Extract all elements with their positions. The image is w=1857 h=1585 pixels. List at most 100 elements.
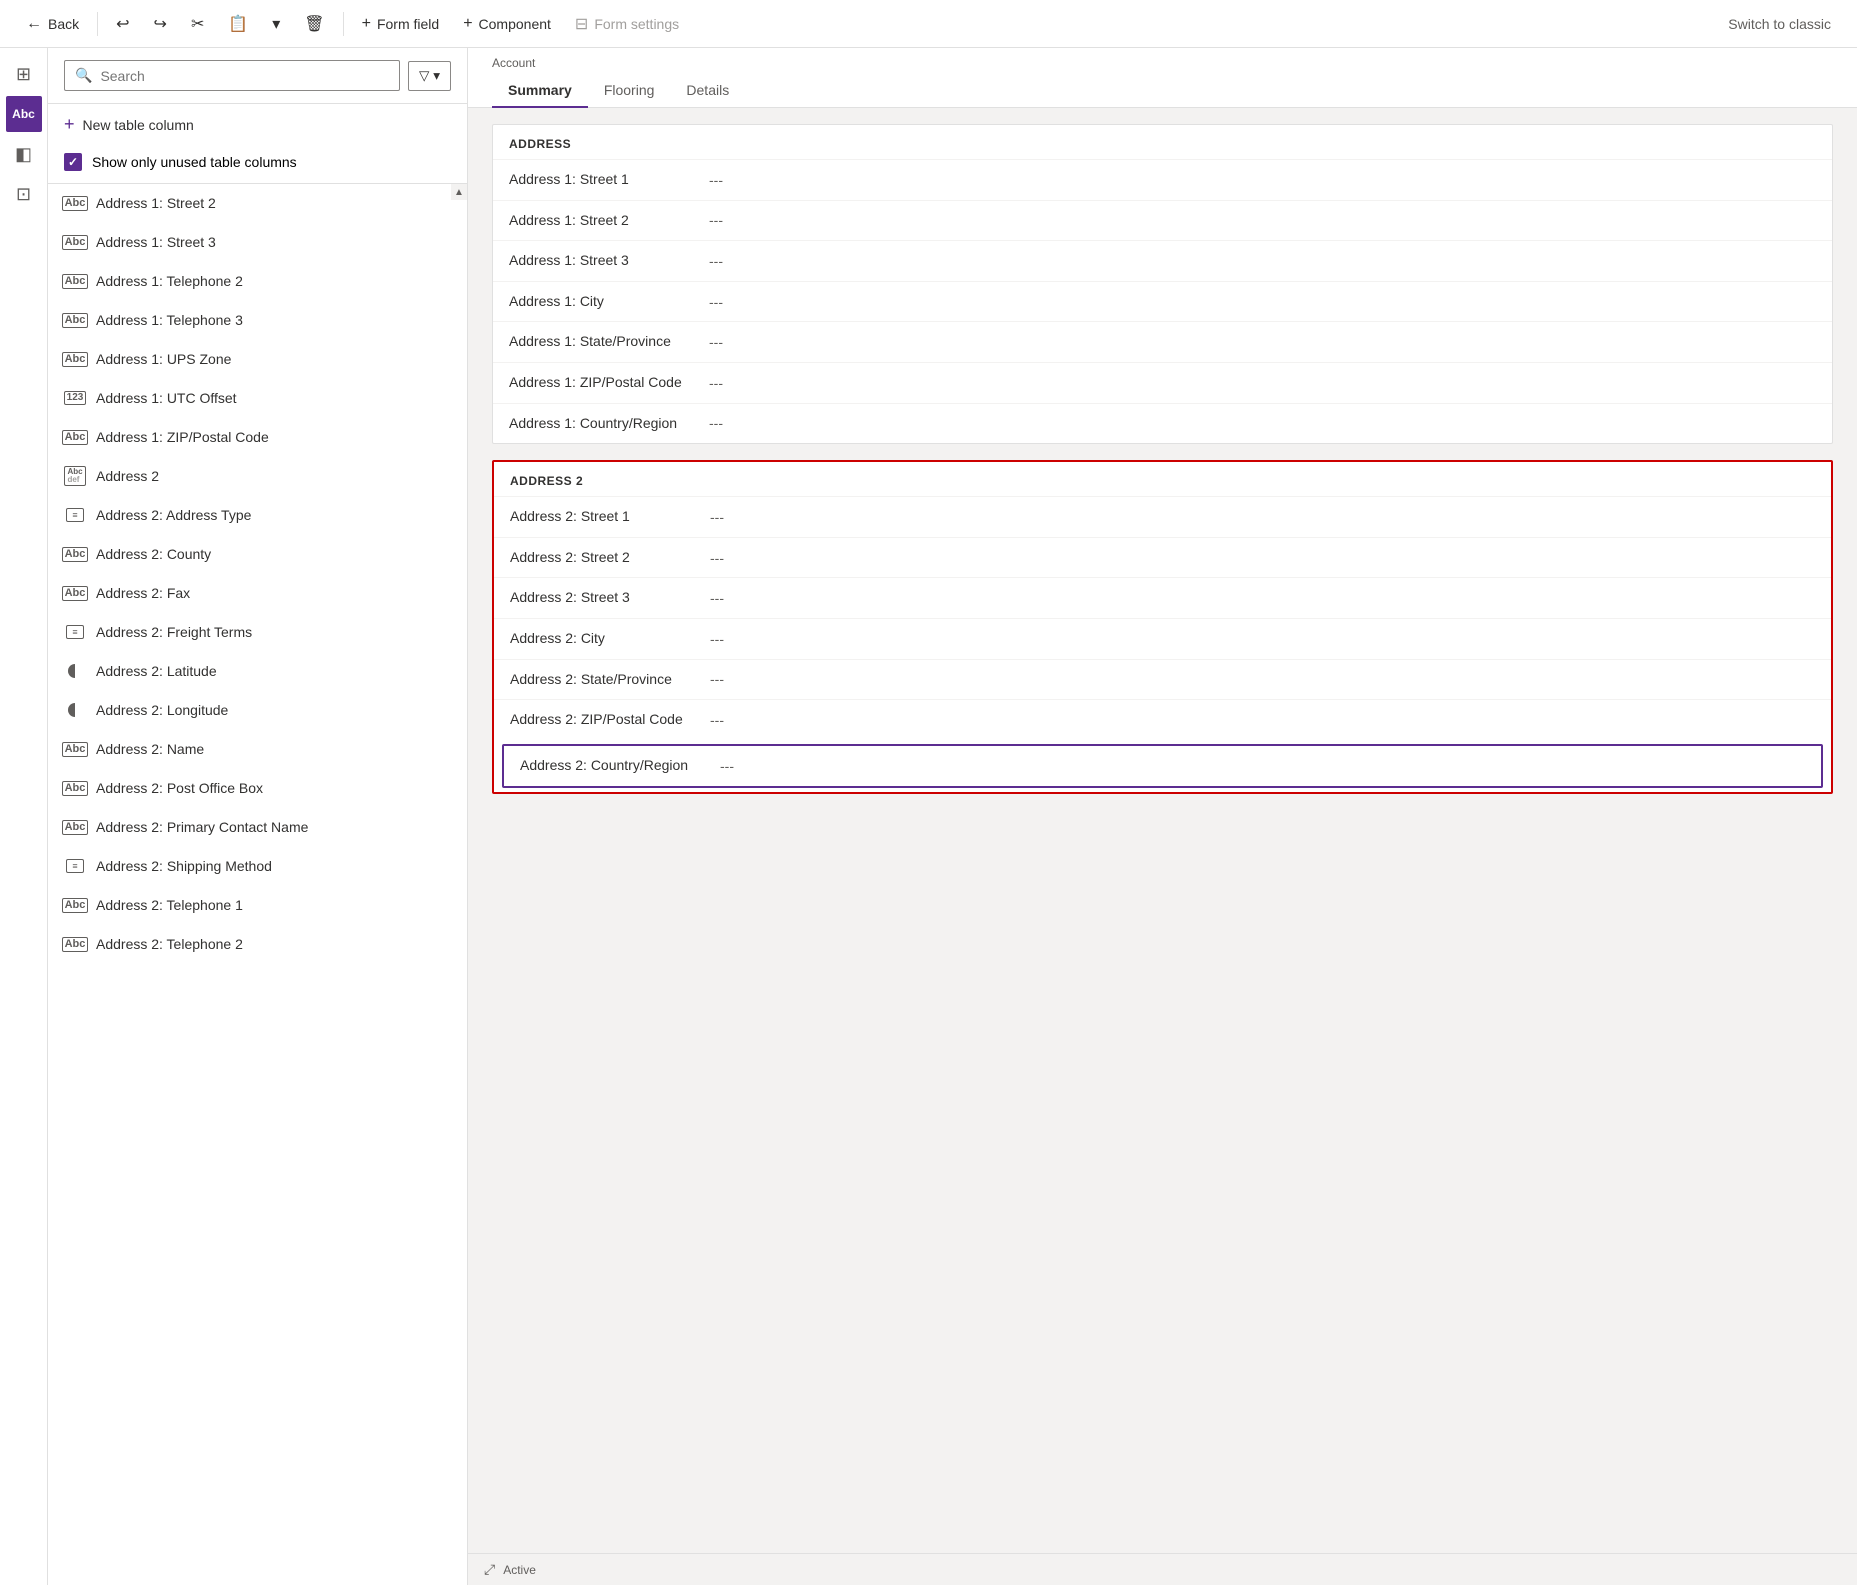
text-field-icon: Abc xyxy=(62,196,89,211)
form-row-label: Address 1: Street 1 xyxy=(509,170,709,190)
list-item[interactable]: Abc Address 1: ZIP/Postal Code xyxy=(48,418,467,457)
form-section-address2[interactable]: ADDRESS 2 Address 2: Street 1 --- Addres… xyxy=(492,460,1833,794)
add-form-field-button[interactable]: + Form field xyxy=(352,9,450,39)
list-item[interactable]: Abc Address 1: UPS Zone xyxy=(48,340,467,379)
column-icon-wrap: Abc xyxy=(64,582,86,604)
sidebar-icon-abc[interactable]: Abc xyxy=(6,96,42,132)
column-icon-wrap xyxy=(64,699,86,721)
list-item[interactable]: Abc Address 2: Telephone 1 xyxy=(48,886,467,925)
form-row: Address 1: Street 1 --- xyxy=(493,159,1832,200)
list-item[interactable]: Address 2: Longitude xyxy=(48,691,467,730)
switch-classic-button[interactable]: Switch to classic xyxy=(1718,10,1841,38)
column-label: Address 1: Street 3 xyxy=(96,234,216,250)
sidebar-icon-layers[interactable]: ◧ xyxy=(6,136,42,172)
form-row: Address 1: ZIP/Postal Code --- xyxy=(493,362,1832,403)
list-item[interactable]: Abc Address 1: Telephone 2 xyxy=(48,262,467,301)
tab-details[interactable]: Details xyxy=(670,74,745,108)
form-row-label: Address 2: Street 2 xyxy=(510,548,710,568)
list-item[interactable]: Abc Address 2: Post Office Box xyxy=(48,769,467,808)
show-unused-checkbox[interactable] xyxy=(64,153,82,171)
list-item[interactable]: Abc Address 2: County xyxy=(48,535,467,574)
sidebar-icon-grid[interactable]: ⊞ xyxy=(6,56,42,92)
dropdown-button[interactable]: ▾ xyxy=(262,8,290,40)
form-row-label: Address 2: Country/Region xyxy=(520,756,720,776)
list-item[interactable]: ≡ Address 2: Shipping Method xyxy=(48,847,467,886)
list-item[interactable]: ≡ Address 2: Address Type xyxy=(48,496,467,535)
list-item[interactable]: Abcdef Address 2 xyxy=(48,457,467,496)
search-icon: 🔍 xyxy=(75,67,92,84)
undo-button[interactable]: ↩ xyxy=(106,8,139,40)
tabs: SummaryFlooringDetails xyxy=(492,74,1833,107)
form-row: Address 2: Street 2 --- xyxy=(494,537,1831,578)
circle-half-icon xyxy=(68,703,82,717)
back-icon: ← xyxy=(26,15,42,33)
tab-flooring[interactable]: Flooring xyxy=(588,74,671,108)
form-row-value: --- xyxy=(709,294,723,310)
form-row-label: Address 1: City xyxy=(509,292,709,312)
tab-summary[interactable]: Summary xyxy=(492,74,588,108)
list-item[interactable]: Abc Address 1: Street 2 xyxy=(48,184,467,223)
column-icon-wrap: Abc xyxy=(64,426,86,448)
form-row-value: --- xyxy=(709,415,723,431)
search-input-wrap[interactable]: 🔍 xyxy=(64,60,400,91)
main-content: Account SummaryFlooringDetails ADDRESS A… xyxy=(468,48,1857,1585)
list-item[interactable]: Abc Address 2: Name xyxy=(48,730,467,769)
form-row-value: --- xyxy=(709,212,723,228)
paste-button[interactable]: 📋 xyxy=(218,8,258,40)
status-bar: ⤢ Active xyxy=(468,1553,1857,1585)
form-canvas[interactable]: ADDRESS Address 1: Street 1 --- Address … xyxy=(468,108,1857,1553)
section-header: ADDRESS 2 xyxy=(494,462,1831,496)
form-section-address[interactable]: ADDRESS Address 1: Street 1 --- Address … xyxy=(492,124,1833,444)
scroll-up-arrow[interactable]: ▲ xyxy=(451,184,467,200)
cut-icon: ✂ xyxy=(191,14,204,34)
back-button[interactable]: ← Back xyxy=(16,9,89,39)
form-row-value: --- xyxy=(709,375,723,391)
list-item[interactable]: Abc Address 2: Primary Contact Name xyxy=(48,808,467,847)
list-item[interactable]: Abc Address 1: Street 3 xyxy=(48,223,467,262)
account-title: Account xyxy=(492,56,1833,70)
column-icon-wrap: Abc xyxy=(64,777,86,799)
plus-icon-1: + xyxy=(362,15,371,33)
separator-1 xyxy=(97,12,98,36)
new-column-label: New table column xyxy=(83,117,194,133)
column-icon-wrap: Abc xyxy=(64,348,86,370)
status-text: Active xyxy=(503,1563,536,1577)
column-label: Address 1: ZIP/Postal Code xyxy=(96,429,269,445)
text-field-icon: Abc xyxy=(62,820,89,835)
list-item[interactable]: Abc Address 2: Telephone 2 xyxy=(48,925,467,964)
redo-button[interactable]: ↪ xyxy=(144,8,177,40)
show-unused-label: Show only unused table columns xyxy=(92,154,297,170)
sidebar-icon-components[interactable]: ⊡ xyxy=(6,176,42,212)
delete-button[interactable]: 🗑 xyxy=(294,8,334,40)
back-label: Back xyxy=(48,16,79,32)
selected-field[interactable]: Address 2: Country/Region --- xyxy=(502,744,1823,788)
list-item[interactable]: ≡ Address 2: Freight Terms xyxy=(48,613,467,652)
list-item[interactable]: 123 Address 1: UTC Offset xyxy=(48,379,467,418)
add-component-button[interactable]: + Component xyxy=(453,9,561,39)
form-row-label: Address 1: Country/Region xyxy=(509,414,709,434)
text-field-icon: Abc xyxy=(62,781,89,796)
search-input[interactable] xyxy=(100,68,389,84)
column-icon-wrap: Abc xyxy=(64,231,86,253)
form-row: Address 1: Country/Region --- xyxy=(493,403,1832,444)
form-settings-button[interactable]: ⊟ Form settings xyxy=(565,8,689,40)
text-field-icon: Abc xyxy=(62,898,89,913)
show-unused-row[interactable]: Show only unused table columns xyxy=(48,145,467,184)
list-item[interactable]: Abc Address 1: Telephone 3 xyxy=(48,301,467,340)
filter-button[interactable]: ▽ ▾ xyxy=(408,61,451,91)
text-field-icon: Abc xyxy=(62,274,89,289)
cut-button[interactable]: ✂ xyxy=(181,8,214,40)
redo-icon: ↪ xyxy=(154,14,167,34)
form-row: Address 1: City --- xyxy=(493,281,1832,322)
list-field-icon: ≡ xyxy=(66,508,84,522)
list-item[interactable]: Abc Address 2: Fax xyxy=(48,574,467,613)
filter-icon: ▽ xyxy=(419,68,429,84)
text-field-icon: Abc xyxy=(62,547,89,562)
column-icon-wrap: Abc xyxy=(64,192,86,214)
column-label: Address 2: Primary Contact Name xyxy=(96,819,308,835)
new-column-button[interactable]: + New table column xyxy=(48,104,467,145)
list-item[interactable]: Address 2: Latitude xyxy=(48,652,467,691)
form-row-label: Address 1: ZIP/Postal Code xyxy=(509,373,709,393)
column-label: Address 2: Post Office Box xyxy=(96,780,263,796)
grid-icon: ⊞ xyxy=(16,64,31,85)
